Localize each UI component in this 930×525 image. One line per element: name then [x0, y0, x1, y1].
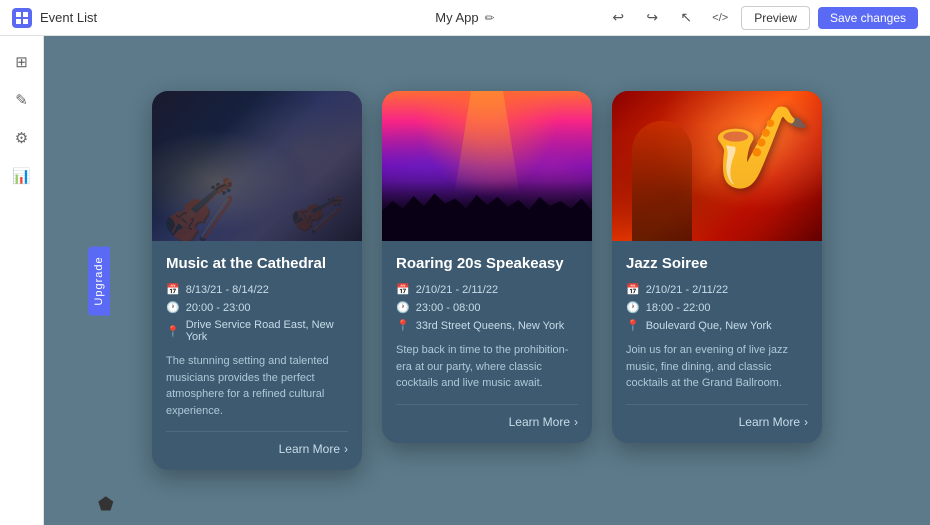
card-title-3: Jazz Soiree — [626, 255, 808, 273]
sidebar-icon-edit[interactable]: ✎ — [6, 84, 38, 116]
concert-image — [382, 91, 592, 241]
card-time-1: 🕐 20:00 - 23:00 — [166, 301, 348, 314]
event-card-3: Jazz Soiree 📅 2/10/21 - 2/11/22 🕐 18:00 … — [612, 91, 822, 443]
learn-more-1[interactable]: Learn More › — [279, 442, 348, 456]
top-bar: Event List My App ✏ ↩ ↪ ↖ </> Preview Sa… — [0, 0, 930, 36]
card-image-2 — [382, 91, 592, 241]
upgrade-button[interactable]: Upgrade — [88, 246, 110, 315]
clock-icon-1: 🕐 — [166, 301, 180, 314]
card-location-text-1: Drive Service Road East, New York — [186, 319, 348, 343]
save-button[interactable]: Save changes — [818, 7, 918, 29]
learn-more-3[interactable]: Learn More › — [739, 415, 808, 429]
app-name: My App — [435, 10, 478, 25]
card-image-3 — [612, 91, 822, 241]
card-location-2: 📍 33rd Street Queens, New York — [396, 319, 578, 332]
clock-icon-2: 🕐 — [396, 301, 410, 314]
chevron-icon-3: › — [804, 415, 808, 429]
card-date-3: 📅 2/10/21 - 2/11/22 — [626, 283, 808, 296]
learn-more-2[interactable]: Learn More › — [509, 415, 578, 429]
card-footer-2: Learn More › — [396, 404, 578, 429]
card-time-3: 🕐 18:00 - 22:00 — [626, 301, 808, 314]
card-location-1: 📍 Drive Service Road East, New York — [166, 319, 348, 343]
top-bar-left: Event List — [12, 8, 97, 28]
card-content-3: Jazz Soiree 📅 2/10/21 - 2/11/22 🕐 18:00 … — [612, 241, 822, 443]
concert-crowd — [382, 191, 592, 241]
redo-button[interactable]: ↪ — [639, 5, 665, 31]
event-card-2: Roaring 20s Speakeasy 📅 2/10/21 - 2/11/2… — [382, 91, 592, 443]
card-location-text-2: 33rd Street Queens, New York — [416, 320, 565, 332]
preview-button[interactable]: Preview — [741, 6, 810, 30]
calendar-icon-3: 📅 — [626, 283, 640, 296]
canvas-area: Upgrade 🎻 Music at the Cathedral 📅 8/13/… — [44, 36, 930, 525]
top-bar-right: ↩ ↪ ↖ </> Preview Save changes — [605, 5, 918, 31]
code-button[interactable]: </> — [707, 5, 733, 31]
sidebar-icon-settings[interactable]: ⚙ — [6, 122, 38, 154]
jazz-person — [632, 121, 692, 241]
card-content-2: Roaring 20s Speakeasy 📅 2/10/21 - 2/11/2… — [382, 241, 592, 443]
app-logo — [12, 8, 32, 28]
location-icon-2: 📍 — [396, 319, 410, 332]
card-time-text-1: 20:00 - 23:00 — [186, 302, 251, 314]
chevron-icon-2: › — [574, 415, 578, 429]
main-layout: ⊞ ✎ ⚙ 📊 Upgrade 🎻 Music at the Cathedral… — [0, 36, 930, 525]
card-description-2: Step back in time to the prohibition-era… — [396, 342, 578, 392]
card-date-text-3: 2/10/21 - 2/11/22 — [646, 284, 728, 296]
sidebar-icon-grid[interactable]: ⊞ — [6, 46, 38, 78]
card-location-text-3: Boulevard Que, New York — [646, 320, 772, 332]
chevron-icon-1: › — [344, 442, 348, 456]
undo-button[interactable]: ↩ — [605, 5, 631, 31]
jazz-image — [612, 91, 822, 241]
card-footer-3: Learn More › — [626, 404, 808, 429]
card-location-3: 📍 Boulevard Que, New York — [626, 319, 808, 332]
card-date-1: 📅 8/13/21 - 8/14/22 — [166, 283, 348, 296]
card-description-3: Join us for an evening of live jazz musi… — [626, 342, 808, 392]
card-description-1: The stunning setting and talented musici… — [166, 353, 348, 419]
calendar-icon-2: 📅 — [396, 283, 410, 296]
orchestra-image: 🎻 — [152, 91, 362, 241]
card-footer-1: Learn More › — [166, 431, 348, 456]
card-time-text-3: 18:00 - 22:00 — [646, 302, 711, 314]
card-time-text-2: 23:00 - 08:00 — [416, 302, 481, 314]
page-title: Event List — [40, 10, 97, 25]
location-icon-1: 📍 — [166, 325, 180, 338]
card-content-1: Music at the Cathedral 📅 8/13/21 - 8/14/… — [152, 241, 362, 470]
violin-icon: 🎻 — [287, 183, 347, 241]
left-sidebar: ⊞ ✎ ⚙ 📊 — [0, 36, 44, 525]
edit-icon[interactable]: ✏ — [485, 11, 495, 25]
top-bar-center: My App ✏ — [435, 10, 494, 25]
clock-icon-3: 🕐 — [626, 301, 640, 314]
card-date-2: 📅 2/10/21 - 2/11/22 — [396, 283, 578, 296]
location-icon-3: 📍 — [626, 319, 640, 332]
card-title-1: Music at the Cathedral — [166, 255, 348, 273]
cursor-button[interactable]: ↖ — [673, 5, 699, 31]
card-title-2: Roaring 20s Speakeasy — [396, 255, 578, 273]
bottom-icon[interactable]: ⬟ — [98, 494, 114, 515]
calendar-icon-1: 📅 — [166, 283, 180, 296]
spotlight — [447, 91, 527, 241]
card-image-1: 🎻 — [152, 91, 362, 241]
card-time-2: 🕐 23:00 - 08:00 — [396, 301, 578, 314]
card-date-text-1: 8/13/21 - 8/14/22 — [186, 284, 269, 296]
card-date-text-2: 2/10/21 - 2/11/22 — [416, 284, 498, 296]
cards-container: 🎻 Music at the Cathedral 📅 8/13/21 - 8/1… — [132, 71, 842, 490]
sidebar-icon-chart[interactable]: 📊 — [6, 160, 38, 192]
event-card-1: 🎻 Music at the Cathedral 📅 8/13/21 - 8/1… — [152, 91, 362, 470]
